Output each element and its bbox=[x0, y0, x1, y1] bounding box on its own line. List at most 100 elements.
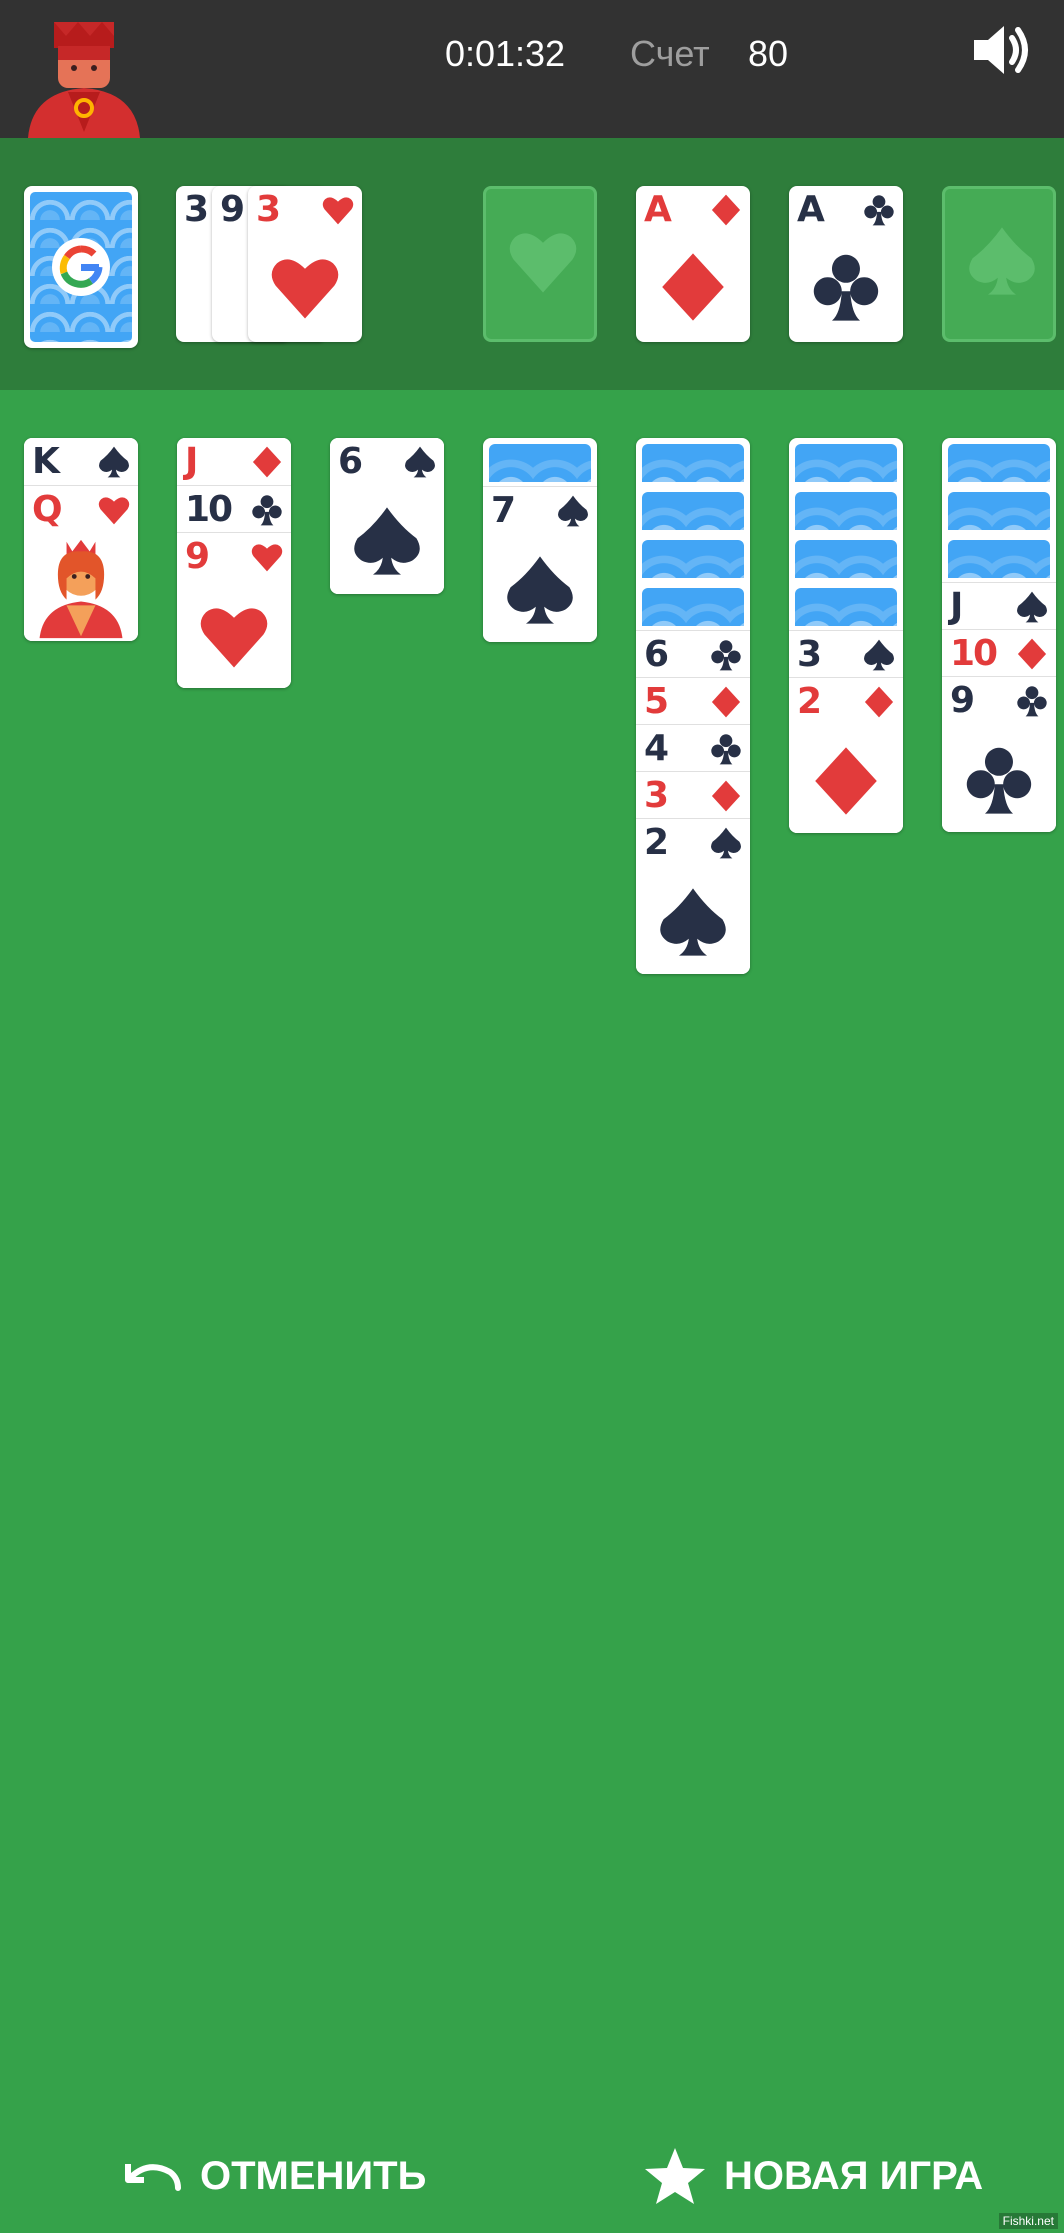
spade-placeholder-icon bbox=[969, 227, 1035, 295]
club-icon bbox=[252, 495, 282, 526]
club-large-icon bbox=[966, 747, 1032, 814]
spade-icon bbox=[558, 495, 588, 527]
tableau-column-4[interactable]: 7 bbox=[483, 438, 597, 642]
playing-card[interactable]: 3 bbox=[636, 771, 750, 819]
face-down-card bbox=[642, 588, 744, 626]
face-down-card bbox=[948, 444, 1050, 482]
playing-card[interactable]: 10 bbox=[177, 485, 291, 533]
playing-card[interactable]: 10 bbox=[942, 629, 1056, 677]
undo-label: ОТМЕНИТЬ bbox=[200, 2153, 427, 2198]
tableau-column-6[interactable]: 32 bbox=[789, 438, 903, 833]
card-rank: 9 bbox=[185, 536, 210, 577]
tableau-column-2[interactable]: J 10 9 bbox=[177, 438, 291, 688]
google-g-logo bbox=[52, 238, 110, 296]
playing-card[interactable]: 2 bbox=[636, 818, 750, 974]
playing-card[interactable]: 5 bbox=[636, 677, 750, 725]
header-bar: 0:01:32 Счет 80 bbox=[0, 0, 1064, 138]
card-rank: A bbox=[797, 189, 825, 230]
playing-card[interactable]: 9 bbox=[942, 676, 1056, 832]
heart-placeholder-icon bbox=[509, 233, 577, 293]
diamond-icon bbox=[252, 446, 282, 478]
face-down-card bbox=[642, 492, 744, 530]
face-down-card bbox=[795, 492, 897, 530]
spade-large-icon bbox=[354, 507, 420, 575]
score-value: 80 bbox=[748, 33, 789, 74]
club-icon bbox=[711, 640, 741, 671]
playing-card[interactable]: J bbox=[942, 582, 1056, 630]
heart-large-icon bbox=[200, 608, 268, 668]
face-down-card bbox=[948, 540, 1050, 578]
face-down-card bbox=[795, 540, 897, 578]
tableau-column-7[interactable]: J 10 9 bbox=[942, 438, 1056, 832]
card-rank: 10 bbox=[950, 633, 998, 674]
club-icon bbox=[1017, 686, 1047, 717]
card-rank: J bbox=[950, 586, 963, 627]
tableau-column-1[interactable]: KQ bbox=[24, 438, 138, 641]
card-rank: 9 bbox=[220, 189, 245, 230]
card-rank: 6 bbox=[644, 634, 669, 675]
card-rank: 7 bbox=[491, 490, 516, 531]
face-down-card bbox=[795, 444, 897, 482]
club-icon bbox=[864, 195, 894, 226]
spade-icon bbox=[711, 827, 741, 859]
playing-card[interactable]: 2 bbox=[789, 677, 903, 833]
game-timer: 0:01:32 bbox=[444, 33, 566, 74]
heart-icon bbox=[98, 497, 130, 525]
playing-card[interactable]: 7 bbox=[483, 486, 597, 642]
playing-card[interactable]: K bbox=[24, 438, 138, 485]
diamond-icon bbox=[711, 686, 741, 718]
king-avatar-icon[interactable] bbox=[28, 22, 140, 138]
playing-card[interactable]: 6 bbox=[636, 630, 750, 678]
card-rank: 4 bbox=[644, 728, 669, 769]
diamond-large-icon bbox=[815, 747, 877, 815]
club-large-icon bbox=[813, 254, 879, 321]
diamond-icon bbox=[1017, 638, 1047, 670]
playing-card[interactable]: 6 bbox=[330, 438, 444, 594]
card-rank: 6 bbox=[338, 441, 363, 482]
card-rank: 2 bbox=[644, 822, 669, 863]
queen-face-illustration bbox=[39, 539, 123, 639]
face-down-card bbox=[948, 492, 1050, 530]
heart-icon bbox=[322, 197, 354, 225]
card-rank: 10 bbox=[185, 489, 233, 530]
card-rank: 2 bbox=[797, 681, 822, 722]
playing-card[interactable]: 3 bbox=[789, 630, 903, 678]
score-label: Счет bbox=[630, 33, 710, 74]
spade-icon bbox=[405, 446, 435, 478]
card-rank: 3 bbox=[184, 189, 209, 230]
heart-large-icon bbox=[271, 259, 339, 319]
card-rank: J bbox=[185, 441, 198, 482]
card-rank: 3 bbox=[797, 634, 822, 675]
foundation-card[interactable]: A bbox=[789, 186, 903, 342]
playing-card[interactable]: 3 bbox=[248, 186, 362, 342]
card-rank: 5 bbox=[644, 681, 669, 722]
spade-icon bbox=[99, 446, 129, 478]
card-rank: 3 bbox=[644, 775, 669, 816]
spade-large-icon bbox=[507, 556, 573, 624]
face-down-card bbox=[795, 588, 897, 626]
foundation-card[interactable]: A bbox=[636, 186, 750, 342]
heart-icon bbox=[251, 544, 283, 572]
tableau-column-3[interactable]: 6 bbox=[330, 438, 444, 594]
playing-card[interactable]: Q bbox=[24, 485, 138, 641]
card-rank: Q bbox=[32, 489, 63, 530]
spade-large-icon bbox=[660, 888, 726, 956]
playing-card[interactable]: J bbox=[177, 438, 291, 485]
foundation-slot-spades[interactable] bbox=[942, 186, 1056, 342]
speaker-icon[interactable] bbox=[972, 22, 1032, 78]
new-game-button[interactable]: НОВАЯ ИГРА bbox=[644, 2148, 983, 2204]
diamond-icon bbox=[864, 686, 894, 718]
star-icon bbox=[645, 2148, 705, 2204]
diamond-icon bbox=[711, 780, 741, 812]
undo-button[interactable]: ОТМЕНИТЬ bbox=[118, 2148, 426, 2204]
face-down-card bbox=[642, 540, 744, 578]
playing-card[interactable]: 9 bbox=[177, 532, 291, 688]
foundation-slot-hearts[interactable] bbox=[483, 186, 597, 342]
club-icon bbox=[711, 734, 741, 765]
playing-card[interactable]: 4 bbox=[636, 724, 750, 772]
undo-arrow-icon bbox=[125, 2164, 181, 2191]
card-rank: A bbox=[644, 189, 672, 230]
tableau-column-5[interactable]: 6 5 4 3 2 bbox=[636, 438, 750, 974]
spade-icon bbox=[864, 639, 894, 671]
stock-pile[interactable] bbox=[24, 186, 138, 348]
